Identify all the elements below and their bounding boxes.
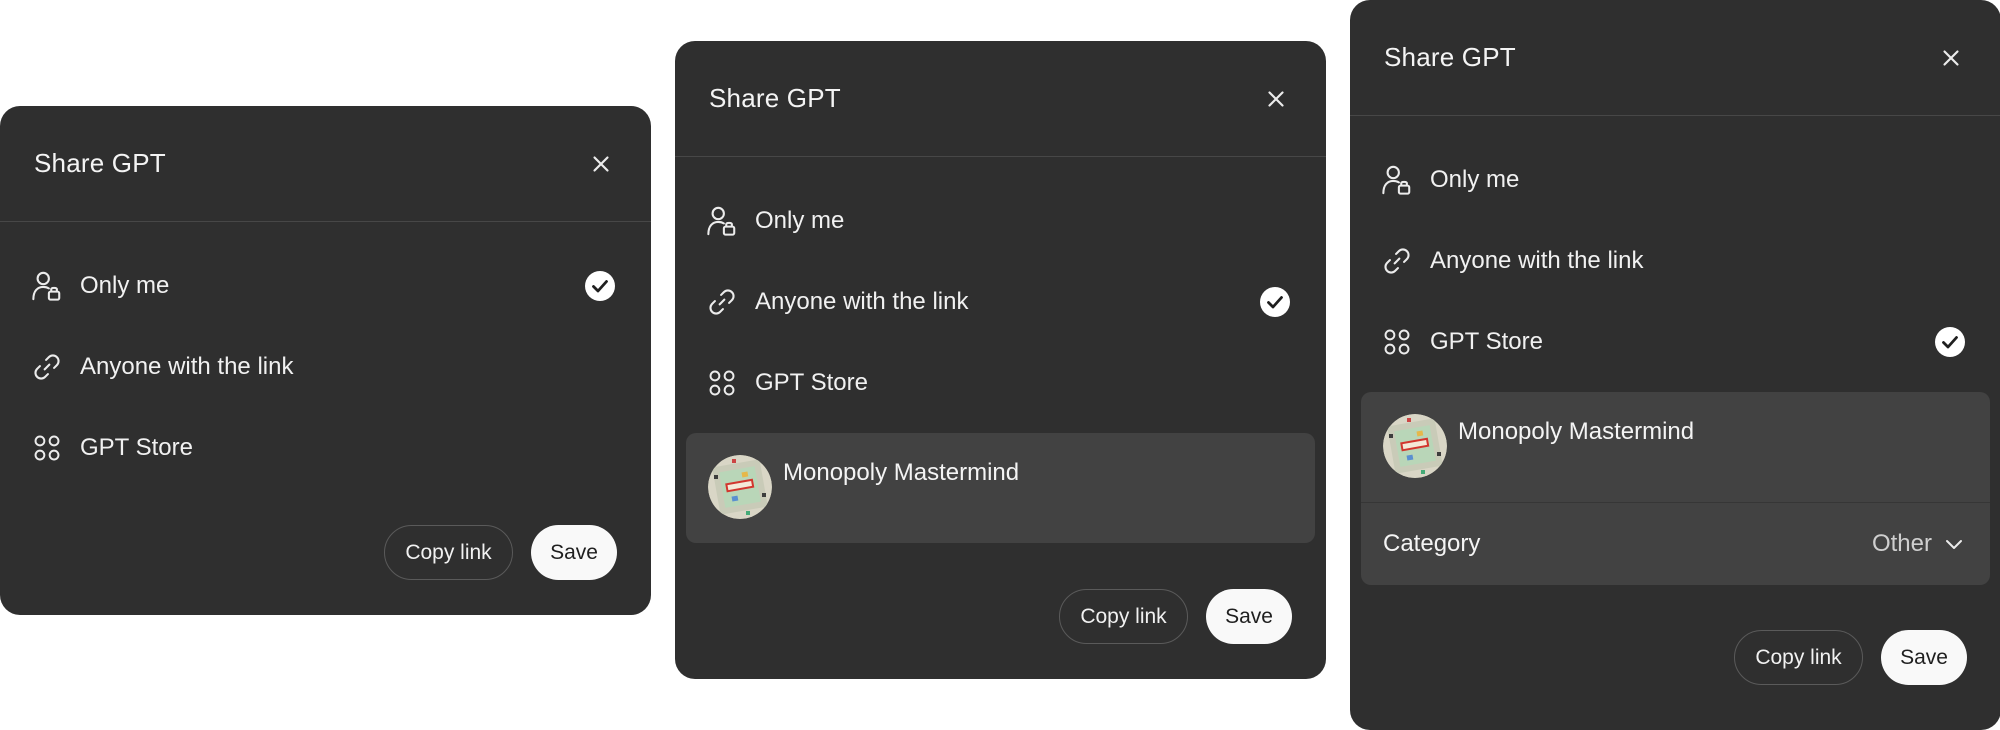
copy-link-button[interactable]: Copy link bbox=[1734, 630, 1863, 685]
link-icon bbox=[1380, 244, 1414, 278]
option-label: GPT Store bbox=[80, 433, 193, 461]
category-label: Category bbox=[1383, 530, 1481, 557]
visibility-options: Only me Anyone with the link GPT Store bbox=[675, 157, 1326, 423]
dialog-header: Share GPT bbox=[1350, 0, 2000, 116]
close-button[interactable] bbox=[1931, 38, 1971, 78]
share-gpt-dialog: Share GPT Only me Anyone with the link G… bbox=[0, 106, 651, 615]
monopoly-board-icon bbox=[708, 455, 772, 519]
dialog-header: Share GPT bbox=[0, 106, 651, 222]
chevron-down-icon bbox=[1942, 532, 1966, 556]
option-anyone-with-link[interactable]: Anyone with the link bbox=[1350, 220, 2000, 301]
category-value: Other bbox=[1871, 530, 1932, 557]
visibility-options: Only me Anyone with the link GPT Store bbox=[0, 222, 651, 488]
close-button[interactable] bbox=[581, 144, 621, 184]
gpt-card: Monopoly Mastermind bbox=[686, 433, 1315, 543]
option-label: Only me bbox=[80, 271, 170, 299]
copy-link-button[interactable]: Copy link bbox=[1059, 589, 1188, 644]
gpt-avatar bbox=[1383, 414, 1447, 478]
apps-grid-icon bbox=[705, 366, 739, 400]
person-lock-icon bbox=[705, 204, 739, 238]
option-label: GPT Store bbox=[1430, 327, 1543, 355]
save-button[interactable]: Save bbox=[1881, 630, 1967, 685]
option-only-me[interactable]: Only me bbox=[675, 180, 1326, 261]
save-button[interactable]: Save bbox=[531, 525, 617, 580]
option-anyone-with-link[interactable]: Anyone with the link bbox=[0, 326, 651, 407]
gpt-row: Monopoly Mastermind bbox=[1361, 392, 1990, 502]
dialog-footer: Copy link Save bbox=[1734, 630, 1967, 685]
option-gpt-store[interactable]: GPT Store bbox=[675, 342, 1326, 423]
copy-link-button[interactable]: Copy link bbox=[384, 525, 513, 580]
gpt-avatar bbox=[708, 455, 772, 519]
dialog-footer: Copy link Save bbox=[384, 525, 617, 580]
option-label: Anyone with the link bbox=[80, 352, 294, 380]
option-gpt-store[interactable]: GPT Store bbox=[0, 407, 651, 488]
option-only-me[interactable]: Only me bbox=[0, 245, 651, 326]
close-icon bbox=[1938, 45, 1964, 71]
dialog-header: Share GPT bbox=[675, 41, 1326, 157]
option-only-me[interactable]: Only me bbox=[1350, 139, 2000, 220]
dialog-title: Share GPT bbox=[1384, 42, 1516, 72]
option-label: Only me bbox=[755, 206, 845, 234]
dialog-footer: Copy link Save bbox=[1059, 589, 1292, 644]
link-icon bbox=[705, 285, 739, 319]
check-icon bbox=[585, 270, 615, 301]
option-label: Only me bbox=[1430, 165, 1520, 193]
check-icon bbox=[1260, 286, 1290, 317]
gpt-card: Monopoly Mastermind Category Other bbox=[1361, 392, 1990, 585]
option-label: Anyone with the link bbox=[1430, 246, 1644, 274]
dialog-title: Share GPT bbox=[709, 83, 841, 113]
category-dropdown[interactable]: Other bbox=[1872, 530, 1966, 558]
gpt-name: Monopoly Mastermind bbox=[783, 459, 1020, 486]
category-select[interactable]: Category Other bbox=[1361, 502, 1990, 585]
option-gpt-store[interactable]: GPT Store bbox=[1350, 301, 2000, 382]
link-icon bbox=[30, 350, 64, 384]
option-label: Anyone with the link bbox=[755, 287, 969, 315]
person-lock-icon bbox=[30, 269, 64, 303]
check-icon bbox=[1935, 326, 1965, 357]
gpt-name: Monopoly Mastermind bbox=[1458, 418, 1695, 445]
close-button[interactable] bbox=[1256, 79, 1296, 119]
option-anyone-with-link[interactable]: Anyone with the link bbox=[675, 261, 1326, 342]
visibility-options: Only me Anyone with the link GPT Store bbox=[1350, 116, 2000, 382]
option-label: GPT Store bbox=[755, 368, 868, 396]
close-icon bbox=[1263, 86, 1289, 112]
gpt-row: Monopoly Mastermind bbox=[686, 433, 1315, 543]
monopoly-board-icon bbox=[1383, 414, 1447, 478]
share-gpt-dialog: Share GPT Only me Anyone with the link G… bbox=[675, 41, 1326, 679]
person-lock-icon bbox=[1380, 163, 1414, 197]
share-gpt-dialog: Share GPT Only me Anyone with the link G… bbox=[1350, 0, 2000, 730]
apps-grid-icon bbox=[1380, 325, 1414, 359]
close-icon bbox=[588, 151, 614, 177]
dialog-title: Share GPT bbox=[34, 148, 166, 178]
save-button[interactable]: Save bbox=[1206, 589, 1292, 644]
apps-grid-icon bbox=[30, 431, 64, 465]
